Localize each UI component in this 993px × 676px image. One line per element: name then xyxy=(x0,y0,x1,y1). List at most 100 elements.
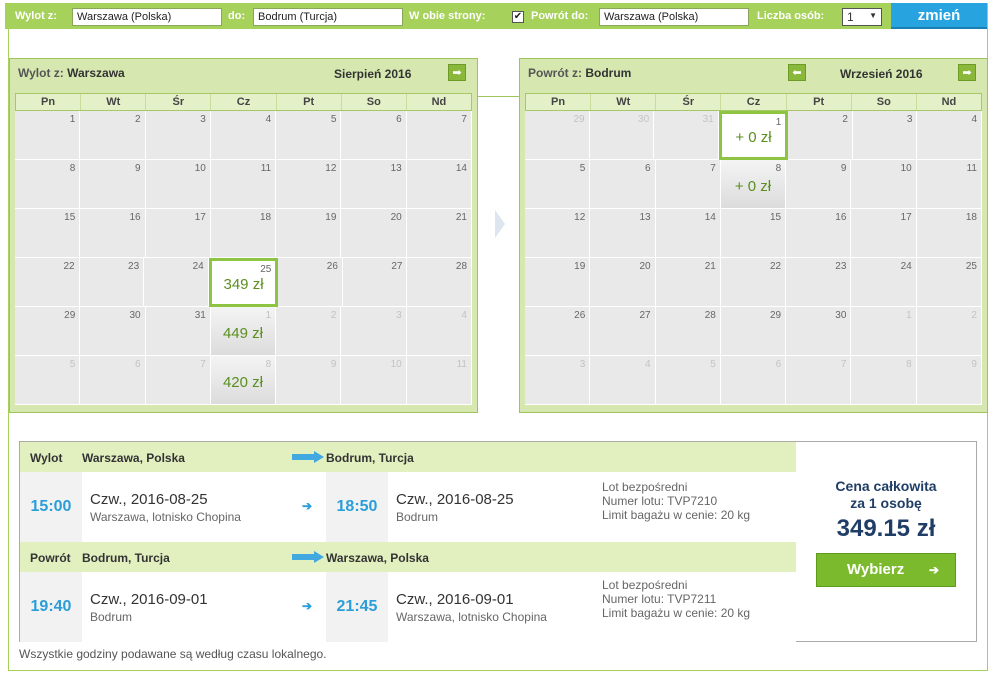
calendar-day: 26 xyxy=(278,258,343,307)
day-number: 3 xyxy=(579,359,586,370)
calendar-title: Powrót z: Bodrum xyxy=(528,66,631,80)
calendar-day: 2 xyxy=(788,111,853,160)
prev-month-button[interactable]: ⬅ xyxy=(788,64,806,81)
day-number: 17 xyxy=(900,212,912,223)
roundtrip-checkbox[interactable]: ✔ xyxy=(512,11,524,23)
day-number: 15 xyxy=(64,212,76,223)
flight-number-info: Numer lotu: TVP7211 xyxy=(602,592,717,606)
calendar-day: 8 xyxy=(851,356,917,405)
to-label: do: xyxy=(228,10,246,22)
calendar-day: 2 xyxy=(80,111,146,160)
calendar-day: 27 xyxy=(342,258,408,307)
day-number: 19 xyxy=(574,261,586,272)
choose-button[interactable]: Wybierz ➔ xyxy=(816,553,956,587)
day-number: 11 xyxy=(456,359,467,370)
calendar-day: 5 xyxy=(525,160,591,209)
day-number: 1 xyxy=(906,310,912,321)
to-input[interactable] xyxy=(253,8,403,26)
weekday-header: Pn Wt Śr Cz Pt So Nd xyxy=(525,93,982,111)
day-number: 23 xyxy=(835,261,847,272)
calendar-day-selected[interactable]: 25 349 zł xyxy=(208,258,279,307)
arrival-date: Czw., 2016-08-25 xyxy=(396,491,514,508)
calendar-day: 9 xyxy=(916,356,982,405)
calendar-day: 17 xyxy=(851,209,917,258)
day-number: 22 xyxy=(770,261,782,272)
chevron-right-icon: ➔ xyxy=(928,563,939,577)
total-price: 349.15 zł xyxy=(836,515,936,542)
day-number: 30 xyxy=(129,310,141,321)
weekday-label: Nd xyxy=(941,96,957,108)
flight-number-info: Numer lotu: TVP7210 xyxy=(602,494,718,508)
day-number: 22 xyxy=(63,261,75,272)
calendar-day: 10 xyxy=(341,356,407,405)
day-number: 14 xyxy=(704,212,716,223)
calendar-day: 7 xyxy=(786,356,852,405)
day-number: 24 xyxy=(900,261,912,272)
calendar-day[interactable]: 1 449 zł xyxy=(210,307,277,356)
calendar-day: 4 xyxy=(917,111,983,160)
weekday-label: Cz xyxy=(211,94,277,110)
return-header: Powrót Bodrum, Turcja Warszawa, Polska xyxy=(20,542,796,572)
from-input[interactable] xyxy=(72,8,222,26)
calendar-day-selected[interactable]: 1 + 0 zł xyxy=(718,111,789,160)
calendar-day: 5 xyxy=(276,111,342,160)
day-number: 2 xyxy=(135,114,141,125)
calendar-week: 5 6 7 8 420 zł 9 10 11 xyxy=(15,356,472,405)
calendar-day: 30 xyxy=(786,307,852,356)
calendar-title-prefix: Wylot z: xyxy=(18,66,64,80)
calendar-title-city: Bodrum xyxy=(585,66,632,80)
day-number: 7 xyxy=(710,163,716,174)
calendar-day: 13 xyxy=(590,209,656,258)
arrow-right-icon xyxy=(292,551,324,563)
day-number: 11 xyxy=(966,163,977,174)
calendar-day: 9 xyxy=(786,160,852,209)
next-month-button[interactable]: ➡ xyxy=(448,64,466,81)
day-number: 21 xyxy=(704,261,716,272)
price-panel: Cena całkowita za 1 osobę 349.15 zł Wybi… xyxy=(796,442,976,641)
calendar-day: 11 xyxy=(916,160,982,209)
return-input[interactable] xyxy=(599,8,749,26)
calendar-day[interactable]: 8 + 0 zł xyxy=(720,160,787,209)
day-number: 28 xyxy=(455,261,468,272)
day-number: 4 xyxy=(265,114,272,125)
calendar-title: Wylot z: Warszawa xyxy=(18,66,125,80)
calendar-day: 25 xyxy=(916,258,982,307)
calendar-grid: Pn Wt Śr Cz Pt So Nd 29 30 31 1 + 0 zł 2 3 4 5 6 7 8 + 0 zł… xyxy=(525,93,983,405)
calendar-header: Wylot z: Warszawa Sierpień 2016 ➡ xyxy=(10,59,477,87)
day-number: 28 xyxy=(704,310,716,321)
day-number: 7 xyxy=(461,114,467,125)
calendar-day: 30 xyxy=(80,307,146,356)
change-search-button[interactable]: zmień xyxy=(891,3,987,29)
next-month-button[interactable]: ➡ xyxy=(958,64,976,81)
calendar-day: 2 xyxy=(276,307,342,356)
calendar-week: 29 30 31 1 449 zł 2 3 4 xyxy=(15,307,472,356)
calendar-day: 4 xyxy=(590,356,656,405)
price-label: Cena całkowita za 1 osobę xyxy=(796,478,976,512)
calendar-day: 22 xyxy=(720,258,787,307)
day-number: 16 xyxy=(129,212,141,223)
day-number: 30 xyxy=(835,310,847,321)
calendar-day: 5 xyxy=(655,356,721,405)
calendar-day: 23 xyxy=(786,258,852,307)
calendar-day: 1 xyxy=(15,111,81,160)
calendar-day: 10 xyxy=(851,160,917,209)
day-number: 25 xyxy=(260,264,272,275)
pax-select[interactable]: 1 ▼ xyxy=(842,8,882,26)
departure-date: Czw., 2016-09-01 xyxy=(90,591,208,608)
leg-origin: Bodrum, Turcja xyxy=(82,551,170,565)
departure-place: Warszawa, lotnisko Chopina xyxy=(90,510,241,524)
calendar-day: 28 xyxy=(655,307,721,356)
search-bar: Wylot z: do: W obie strony: ✔ Powrót do:… xyxy=(5,3,988,29)
day-number: 7 xyxy=(200,359,206,370)
day-number: 26 xyxy=(574,310,586,321)
calendar-week: 15 16 17 18 19 20 21 xyxy=(15,209,472,258)
calendar-week: 29 30 31 1 + 0 zł 2 3 4 xyxy=(525,111,983,160)
calendar-week: 8 9 10 11 12 13 14 xyxy=(15,160,472,209)
day-number: 31 xyxy=(194,310,206,321)
calendar-week: 22 23 24 25 349 zł 26 27 28 xyxy=(15,258,473,307)
calendar-day: 26 xyxy=(525,307,591,356)
calendar-title-prefix: Powrót z: xyxy=(528,66,582,80)
calendar-day[interactable]: 8 420 zł xyxy=(210,356,277,405)
day-number: 20 xyxy=(390,212,402,223)
calendar-day: 21 xyxy=(655,258,721,307)
